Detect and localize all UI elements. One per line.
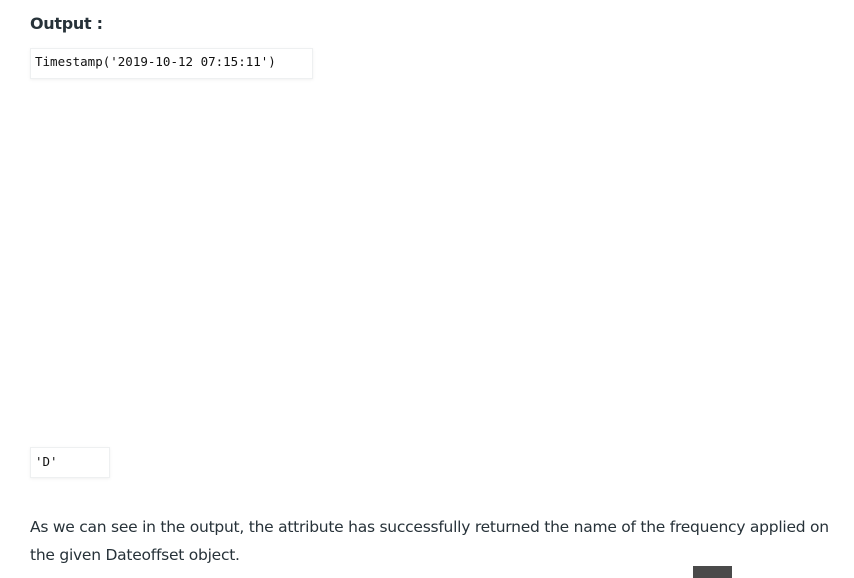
code-output-freqstr: 'D' [30,447,110,478]
output-heading: Output : [30,14,103,33]
scroll-to-top-button[interactable] [693,566,732,578]
code-output-timestamp: Timestamp('2019-10-12 07:15:11') [30,48,313,79]
explanation-paragraph: As we can see in the output, the attribu… [30,518,829,564]
